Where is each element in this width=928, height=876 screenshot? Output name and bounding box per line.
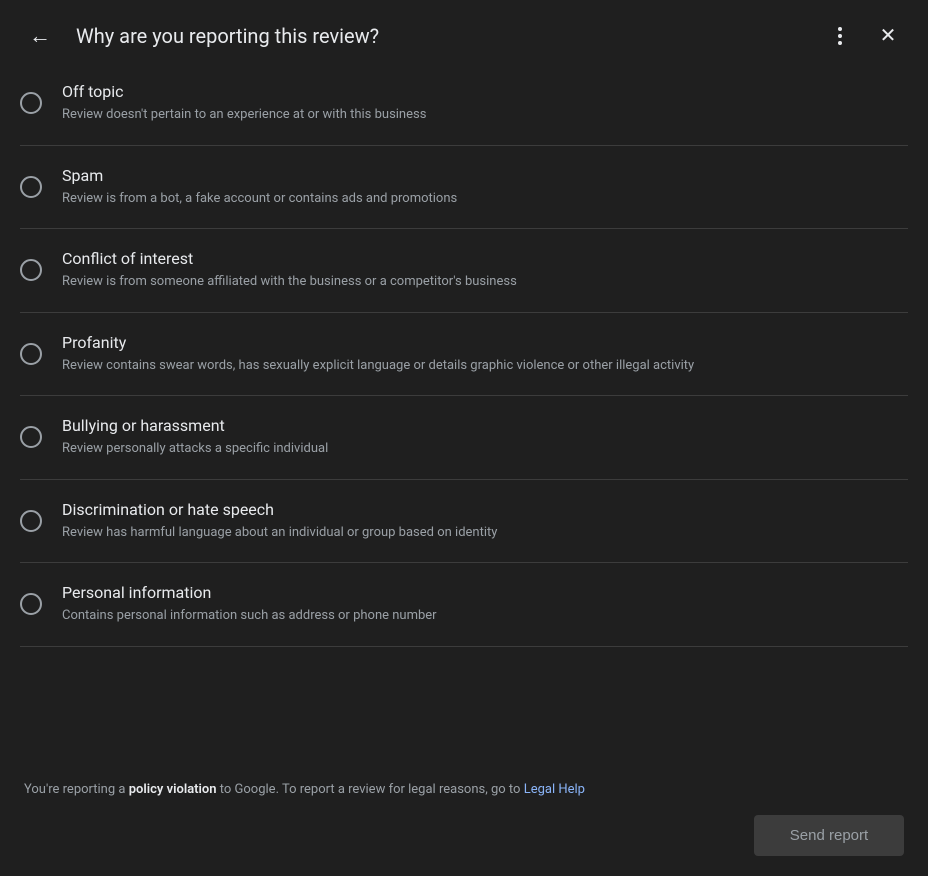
- option-bullying-title: Bullying or harassment: [62, 416, 908, 435]
- option-spam[interactable]: Spam Review is from a bot, a fake accoun…: [20, 146, 908, 230]
- option-profanity-title: Profanity: [62, 333, 908, 352]
- option-bullying-desc: Review personally attacks a specific ind…: [62, 439, 908, 459]
- dialog-header: ← Why are you reporting this review? ✕: [0, 0, 928, 72]
- radio-spam[interactable]: [20, 176, 42, 198]
- header-actions: ✕: [820, 16, 908, 56]
- option-profanity-desc: Review contains swear words, has sexuall…: [62, 356, 908, 376]
- footer-policy-text: You're reporting a policy violation to G…: [24, 780, 904, 800]
- dialog-title: Why are you reporting this review?: [76, 24, 804, 48]
- option-off-topic-content: Off topic Review doesn't pertain to an e…: [62, 82, 908, 125]
- footer-actions: Send report: [24, 815, 904, 856]
- option-personal-info[interactable]: Personal information Contains personal i…: [20, 563, 908, 647]
- option-discrimination[interactable]: Discrimination or hate speech Review has…: [20, 480, 908, 564]
- option-discrimination-title: Discrimination or hate speech: [62, 500, 908, 519]
- option-bullying-content: Bullying or harassment Review personally…: [62, 416, 908, 459]
- options-list: Off topic Review doesn't pertain to an e…: [0, 72, 928, 760]
- more-dots-icon: [838, 27, 842, 45]
- footer-text-before: You're reporting a: [24, 782, 129, 797]
- option-off-topic-title: Off topic: [62, 82, 908, 101]
- legal-help-link[interactable]: Legal Help: [524, 782, 585, 797]
- radio-conflict-of-interest[interactable]: [20, 259, 42, 281]
- option-conflict-desc: Review is from someone affiliated with t…: [62, 272, 908, 292]
- option-off-topic-desc: Review doesn't pertain to an experience …: [62, 105, 908, 125]
- dialog-footer: You're reporting a policy violation to G…: [0, 760, 928, 876]
- footer-text-bold: policy violation: [129, 782, 217, 797]
- close-button[interactable]: ✕: [868, 16, 908, 56]
- option-conflict-content: Conflict of interest Review is from some…: [62, 249, 908, 292]
- radio-discrimination[interactable]: [20, 510, 42, 532]
- footer-text-middle: to Google. To report a review for legal …: [217, 782, 524, 797]
- back-button[interactable]: ←: [20, 16, 60, 56]
- option-profanity-content: Profanity Review contains swear words, h…: [62, 333, 908, 376]
- option-spam-desc: Review is from a bot, a fake account or …: [62, 189, 908, 209]
- option-personal-info-content: Personal information Contains personal i…: [62, 583, 908, 626]
- more-options-button[interactable]: [820, 16, 860, 56]
- option-spam-content: Spam Review is from a bot, a fake accoun…: [62, 166, 908, 209]
- option-conflict-title: Conflict of interest: [62, 249, 908, 268]
- radio-bullying-harassment[interactable]: [20, 426, 42, 448]
- back-arrow-icon: ←: [29, 23, 51, 49]
- option-bullying-harassment[interactable]: Bullying or harassment Review personally…: [20, 396, 908, 480]
- radio-personal-info[interactable]: [20, 593, 42, 615]
- option-profanity[interactable]: Profanity Review contains swear words, h…: [20, 313, 908, 397]
- option-conflict-of-interest[interactable]: Conflict of interest Review is from some…: [20, 229, 908, 313]
- send-report-button[interactable]: Send report: [754, 815, 904, 856]
- option-discrimination-desc: Review has harmful language about an ind…: [62, 523, 908, 543]
- option-spam-title: Spam: [62, 166, 908, 185]
- radio-profanity[interactable]: [20, 343, 42, 365]
- option-discrimination-content: Discrimination or hate speech Review has…: [62, 500, 908, 543]
- report-dialog: ← Why are you reporting this review? ✕ O…: [0, 0, 928, 876]
- option-personal-info-title: Personal information: [62, 583, 908, 602]
- option-personal-info-desc: Contains personal information such as ad…: [62, 606, 908, 626]
- radio-off-topic[interactable]: [20, 92, 42, 114]
- option-off-topic[interactable]: Off topic Review doesn't pertain to an e…: [20, 72, 908, 146]
- close-icon: ✕: [880, 26, 897, 46]
